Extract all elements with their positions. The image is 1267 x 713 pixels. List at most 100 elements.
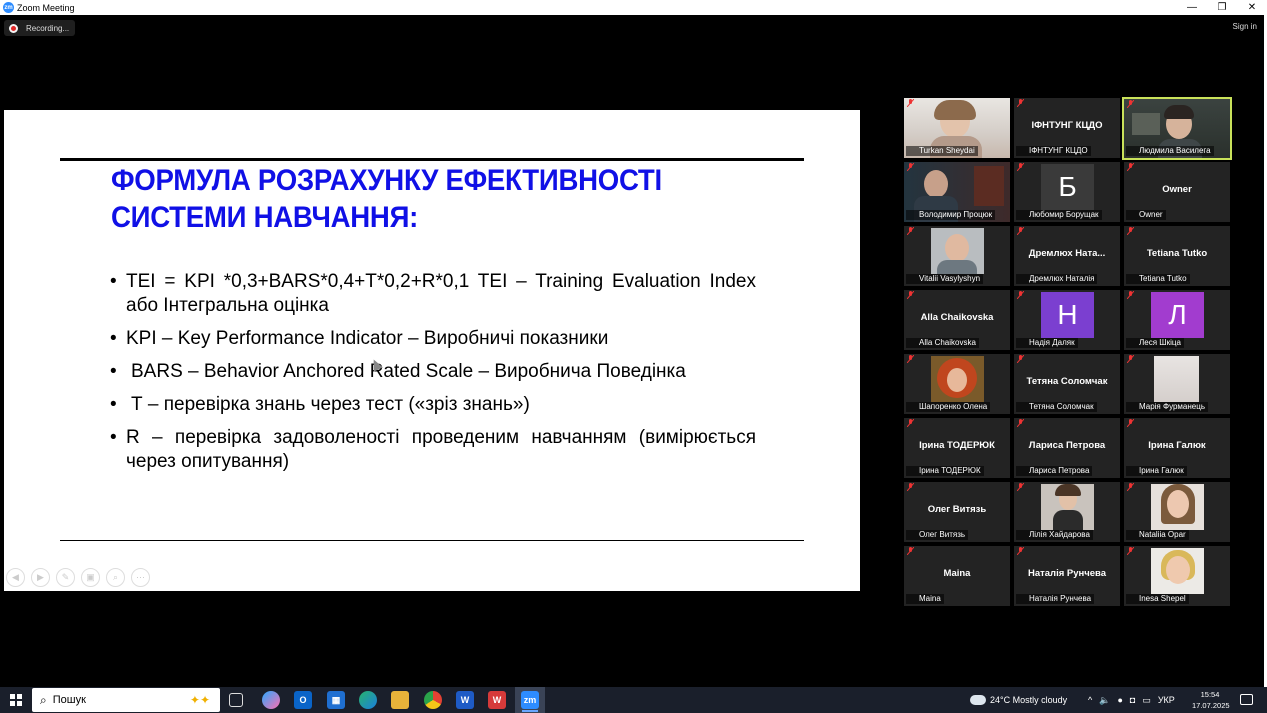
close-button[interactable]: ✕ [1237,0,1267,15]
muted-mic-icon [1017,483,1024,491]
slides-icon[interactable]: ▣ [81,568,100,587]
participant-name: Дремлюх Ната... [1028,248,1106,259]
zoom-icon[interactable]: ⌕ [106,568,125,587]
muted-mic-icon [1127,483,1134,491]
participant-tile[interactable]: Марія Фурманець [1124,354,1230,414]
participant-tile[interactable]: Лариса Петрова Лариса Петрова [1014,418,1120,478]
task-view-icon[interactable] [229,693,243,707]
search-icon: ⌕ [40,692,47,707]
store-icon[interactable]: ▦ [327,691,345,709]
chevron-up-icon[interactable]: ^ [1088,695,1092,705]
participant-video [931,356,984,402]
participant-name: Олег Витязь [927,504,987,515]
participant-label: Ірина ТОДЕРЮК [906,466,984,476]
wps-icon[interactable]: W [488,691,506,709]
camera-icon[interactable]: ◘ [1130,695,1135,705]
muted-mic-icon [1127,291,1134,299]
weather-widget[interactable]: 24°C Mostly cloudy [970,687,1067,713]
participant-label: Лілія Хайдарова [1016,530,1093,540]
muted-mic-icon [907,99,914,107]
slide-bottom-rule [60,540,804,541]
participant-tile[interactable]: Дремлюх Ната... Дремлюх Наталія [1014,226,1120,286]
participant-tile[interactable]: Л Леся Шкіца [1124,290,1230,350]
participant-video [1151,484,1204,530]
slide-bullet: BARS – Behavior Anchored Rated Scale – В… [110,360,756,384]
participant-tile[interactable]: Vitalii Vasylyshyn [904,226,1010,286]
muted-mic-icon [1017,227,1024,235]
participant-tile[interactable]: Tetiana Tutko Tetiana Tutko [1124,226,1230,286]
muted-mic-icon [1017,355,1024,363]
participant-tile[interactable]: Inesa Shepel [1124,546,1230,606]
sign-in-link[interactable]: Sign in [1233,22,1257,31]
muted-mic-icon [1017,99,1024,107]
participant-label: Володимир Процюк [906,210,996,220]
participant-name: Maina [943,568,971,579]
previous-slide-icon[interactable]: ◀ [6,568,25,587]
participant-tile[interactable]: ІФНТУНГ КЦДО ІФНТУНГ КЦДО [1014,98,1120,158]
muted-mic-icon [1127,100,1134,108]
muted-mic-icon [1127,355,1134,363]
notification-icon[interactable] [1240,694,1253,705]
participant-tile[interactable]: Alla Chaikovska Alla Chaikovska [904,290,1010,350]
participant-tile[interactable]: Володимир Процюк [904,162,1010,222]
participant-tile[interactable]: Maina Maina [904,546,1010,606]
clock-time: 15:54 [1200,690,1220,699]
muted-mic-icon [1017,419,1024,427]
participant-video [1154,356,1199,402]
restore-button[interactable]: ❐ [1207,0,1237,15]
participant-tile[interactable]: Ірина Галюк Ірина Галюк [1124,418,1230,478]
muted-mic-icon [1017,163,1024,171]
participant-avatar: Б [1041,164,1094,210]
participant-tile[interactable]: Н Надія Даляк [1014,290,1120,350]
word-icon[interactable]: W [456,691,474,709]
next-slide-icon[interactable]: ▶ [31,568,50,587]
pen-icon[interactable]: ✎ [56,568,75,587]
minimize-button[interactable]: — [1177,0,1207,15]
outlook-icon[interactable]: O [294,691,312,709]
zoom-taskbar-icon[interactable]: zm [521,691,539,709]
volume-icon[interactable]: 🔈 [1099,695,1110,706]
participant-tile[interactable]: Олег Витязь Олег Витязь [904,482,1010,542]
taskbar-search[interactable]: ⌕ Пошук ✦✦ [32,688,220,712]
participant-label: Олег Витязь [906,530,969,540]
participant-tile[interactable]: Owner Owner [1124,162,1230,222]
microphone-icon[interactable]: ● [1117,695,1122,705]
participant-label: Шапоренко Олена [906,402,991,412]
participant-label: Людмила Василега [1126,146,1214,156]
participant-label: Alla Chaikovska [906,338,979,348]
muted-mic-icon [1127,419,1134,427]
participant-tile[interactable]: Наталія Рунчева Наталія Рунчева [1014,546,1120,606]
windows-start-icon[interactable] [10,694,22,706]
active-speaker-tile[interactable]: Людмила Василега [1122,97,1232,160]
chrome-icon[interactable] [424,691,442,709]
participant-tile[interactable]: Ірина ТОДЕРЮК Ірина ТОДЕРЮК [904,418,1010,478]
network-icon[interactable]: ▭ [1142,695,1151,706]
participant-tile[interactable]: Nataliia Opar [1124,482,1230,542]
taskbar: ⌕ Пошук ✦✦ O ▦ W W zm 24°C Mostly cloudy… [0,687,1267,713]
participant-tile[interactable]: Шапоренко Олена [904,354,1010,414]
more-icon[interactable]: ⋯ [131,568,150,587]
muted-mic-icon [907,483,914,491]
participant-tile[interactable]: Лілія Хайдарова [1014,482,1120,542]
participant-label: Марія Фурманець [1126,402,1208,412]
participant-label: Надія Даляк [1016,338,1078,348]
participant-avatar: Л [1151,292,1204,338]
copilot-sparkle-icon: ✦✦ [189,693,210,707]
participant-label: Tetiana Tutko [1126,274,1190,284]
language-indicator[interactable]: УКР [1158,695,1175,705]
edge-icon[interactable] [359,691,377,709]
participant-tile[interactable]: Turkan Sheydai [904,98,1010,158]
participant-tile[interactable]: Б Любомир Борущак [1014,162,1120,222]
search-placeholder: Пошук [52,694,86,706]
copilot-icon[interactable] [262,691,280,709]
file-explorer-icon[interactable] [391,691,409,709]
muted-mic-icon [907,419,914,427]
participant-label: Owner [1126,210,1166,220]
participant-tile[interactable]: Тетяна Соломчак Тетяна Соломчак [1014,354,1120,414]
active-app-indicator [522,710,538,712]
clock[interactable]: 15:54 17.07.2025 [1192,689,1230,711]
recording-label: Recording... [26,23,70,33]
participant-name: Ірина Галюк [1148,440,1206,451]
participant-label: Любомир Борущак [1016,210,1102,220]
recording-indicator[interactable]: Recording... [4,20,76,36]
